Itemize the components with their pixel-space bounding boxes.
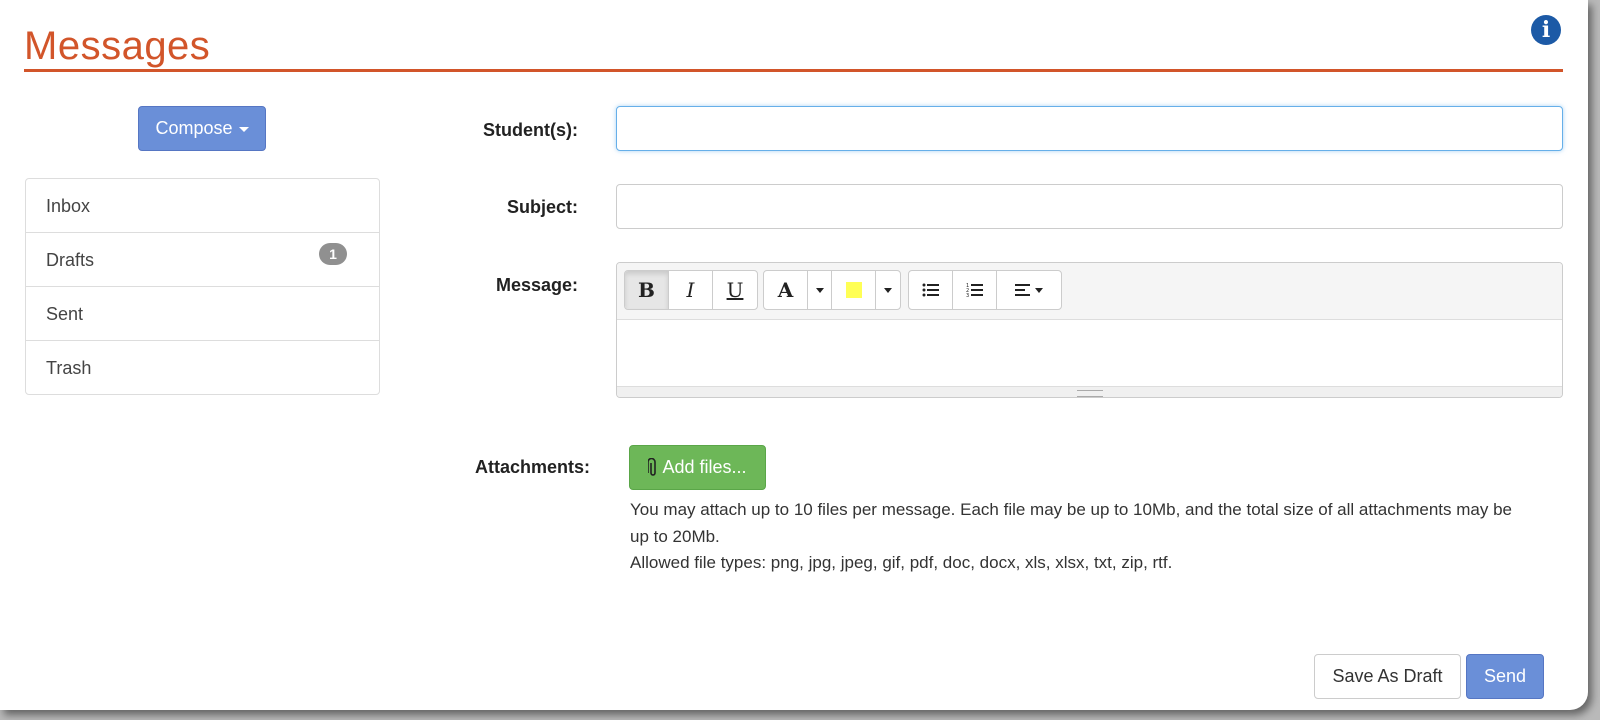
bold-button[interactable]: B [625,271,669,309]
drafts-count-badge: 1 [319,243,347,265]
chevron-down-icon [884,287,892,293]
svg-text:3: 3 [966,293,969,298]
font-color-dropdown[interactable] [808,271,832,309]
align-dropdown-button[interactable] [997,271,1061,309]
underline-button[interactable]: U [713,271,757,309]
underline-icon: U [726,278,744,302]
folder-label: Trash [46,358,92,378]
message-editor: B I U A 1 2 3 [616,262,1563,398]
attachments-label: Attachments: [474,457,590,477]
chevron-down-icon [1035,287,1043,293]
students-input[interactable] [616,106,1563,151]
font-color-icon: A [777,278,794,302]
italic-icon: I [686,278,695,302]
numbered-list-icon: 1 2 3 [966,283,983,298]
paperclip-icon [648,457,657,476]
allowed-file-types-text: Allowed file types: png, jpg, jpeg, gif,… [630,553,1173,572]
highlight-swatch-icon [845,282,862,298]
folder-item-trash[interactable]: Trash [26,341,379,395]
bullet-list-button[interactable] [909,271,953,309]
bullet-list-icon [922,283,939,297]
font-color-button[interactable]: A [764,271,808,309]
message-body-input[interactable] [617,320,1562,386]
subject-input[interactable] [616,184,1563,229]
add-files-label: Add files... [662,457,747,477]
subject-label: Subject: [506,197,578,217]
folder-list: Inbox Drafts 1 Sent Trash [25,178,380,395]
bold-icon: B [638,278,655,302]
folder-label: Drafts [46,250,95,270]
compose-label: Compose [155,118,233,138]
folder-label: Inbox [46,196,91,216]
compose-button[interactable]: Compose [138,106,266,151]
title-divider [24,69,1563,72]
page-title: Messages [24,24,211,68]
add-files-button[interactable]: Add files... [629,445,766,490]
numbered-list-button[interactable]: 1 2 3 [953,271,997,309]
save-as-draft-button[interactable]: Save As Draft [1314,654,1461,699]
chevron-down-icon [238,127,249,132]
info-icon[interactable]: i [1531,15,1561,45]
message-compose-panel: Messages i Compose Inbox Drafts 1 Sent T… [0,0,1588,710]
message-label: Message: [495,275,578,295]
text-style-group: B I U [624,270,758,310]
highlight-color-dropdown[interactable] [876,271,900,309]
color-group: A [763,270,901,310]
attachment-help-text: You may attach up to 10 files per messag… [630,497,1530,577]
highlight-color-button[interactable] [832,271,876,309]
italic-button[interactable]: I [669,271,713,309]
chevron-down-icon [815,287,824,293]
align-left-icon [1015,284,1030,296]
folder-item-drafts[interactable]: Drafts 1 [26,233,379,287]
editor-resize-handle[interactable] [617,386,1562,397]
students-label: Student(s): [483,120,578,140]
editor-toolbar: B I U A 1 2 3 [617,263,1562,320]
folder-label: Sent [46,304,84,324]
grip-icon [1076,389,1103,397]
attachment-limits-text: You may attach up to 10 files per messag… [630,500,1512,546]
list-align-group: 1 2 3 [908,270,1062,310]
folder-item-sent[interactable]: Sent [26,287,379,341]
send-button[interactable]: Send [1466,654,1544,699]
folder-item-inbox[interactable]: Inbox [26,179,379,233]
